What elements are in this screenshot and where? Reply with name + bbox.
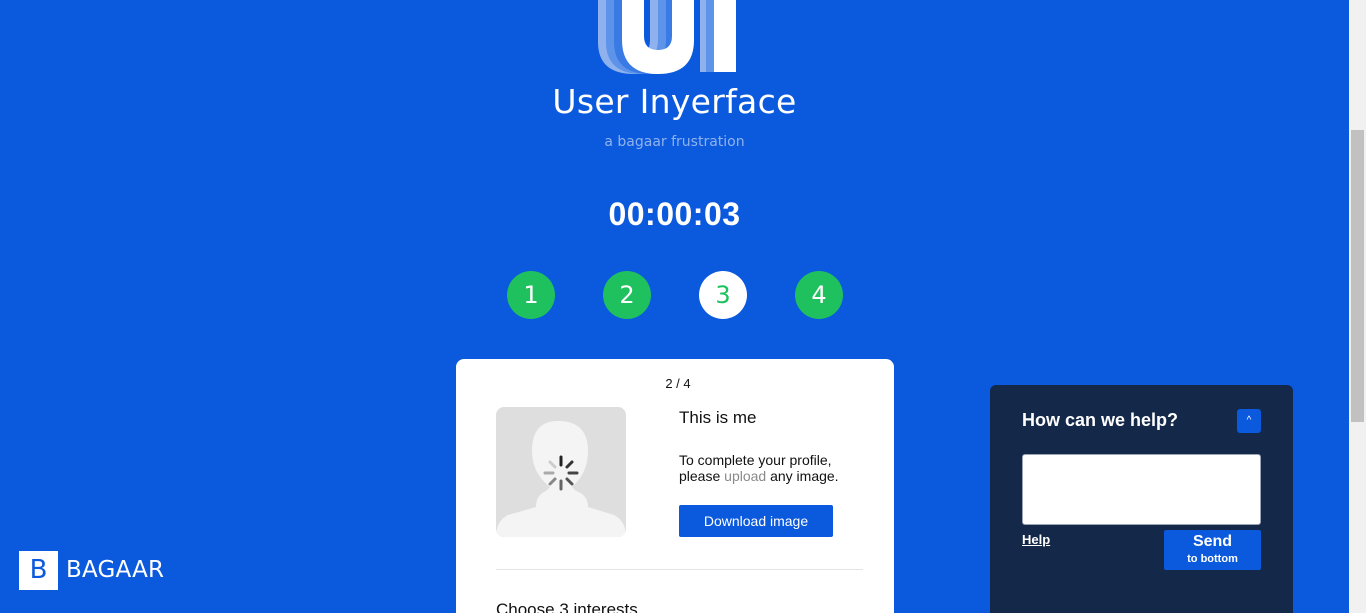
- brand-name: BAGAAR: [66, 557, 165, 583]
- divider: [496, 569, 863, 570]
- profile-text-suffix: any image.: [766, 468, 839, 484]
- profile-card: 2 / 4 This is me To complete your profil…: [456, 359, 894, 613]
- send-sublabel: to bottom: [1187, 553, 1238, 565]
- interests-title: Choose 3 interests: [496, 600, 638, 613]
- page-scrollbar[interactable]: [1349, 0, 1366, 613]
- section-title: This is me: [679, 408, 757, 427]
- profile-instructions: To complete your profile, please upload …: [679, 452, 859, 484]
- help-title: How can we help?: [1022, 410, 1179, 430]
- upload-link[interactable]: upload: [724, 468, 766, 484]
- ui-logo-icon: [598, 0, 736, 74]
- help-link[interactable]: Help: [1022, 532, 1050, 547]
- step-3[interactable]: 3: [699, 271, 747, 319]
- collapse-chevron-icon[interactable]: ^: [1237, 409, 1261, 433]
- app-tagline: a bagaar frustration: [604, 134, 745, 150]
- timer: 00:00:03: [608, 196, 741, 232]
- avatar-placeholder[interactable]: [496, 407, 626, 537]
- send-to-bottom-button[interactable]: Send to bottom: [1164, 530, 1261, 570]
- send-label: Send: [1192, 533, 1233, 550]
- step-2[interactable]: 2: [603, 271, 651, 319]
- step-4[interactable]: 4: [795, 271, 843, 319]
- help-chat-panel: How can we help? ^ Help Send to bottom: [990, 385, 1293, 613]
- scrollbar-thumb[interactable]: [1351, 130, 1364, 422]
- help-message-input[interactable]: [1022, 454, 1261, 525]
- app-title: User Inyerface: [552, 82, 797, 121]
- download-image-button[interactable]: Download image: [679, 505, 833, 537]
- person-silhouette-icon: [496, 421, 626, 537]
- bagaar-logo-icon: B: [19, 551, 58, 590]
- page-counter: 2 / 4: [665, 376, 691, 391]
- step-1[interactable]: 1: [507, 271, 555, 319]
